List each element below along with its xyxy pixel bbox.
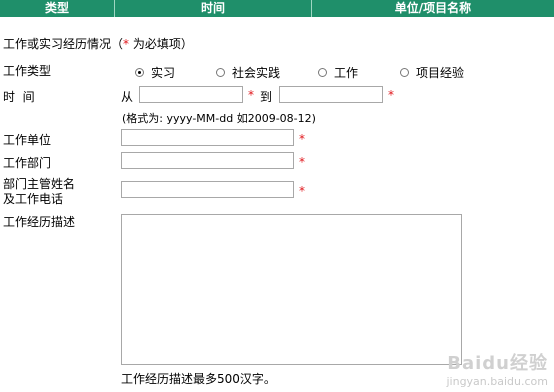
baidu-watermark: Baidu经验 jingyan.baidu.com (446, 349, 548, 388)
header-time: 时间 (200, 1, 225, 15)
radio-work[interactable]: 工作 (318, 64, 358, 81)
required-asterisk: * (248, 88, 254, 102)
radio-project-experience[interactable]: 项目经验 (400, 64, 464, 81)
time-label: 时 间 (3, 90, 35, 104)
radio-button[interactable] (318, 68, 327, 77)
description-hint: 工作经历描述最多500汉字。 (121, 372, 276, 386)
required-asterisk: * (299, 184, 305, 198)
work-unit-label: 工作单位 (3, 133, 52, 147)
work-dept-input[interactable] (121, 152, 294, 169)
required-asterisk: * (299, 132, 305, 146)
radio-button[interactable] (216, 68, 225, 77)
radio-social-practice-label: 社会实践 (232, 66, 281, 80)
baidu-logo: Baidu经验 (447, 353, 548, 374)
table-header: 类型 时间 单位/项目名称 (0, 0, 554, 17)
date-format-hint: (格式为: yyyy-MM-dd 如2009-08-12) (122, 112, 316, 125)
section-title: 工作或实习经历情况（* 为必填项） (3, 37, 193, 51)
required-asterisk: * (299, 155, 305, 169)
date-from-input[interactable] (139, 86, 243, 103)
radio-work-label: 工作 (334, 66, 359, 80)
radio-project-experience-label: 项目经验 (416, 66, 465, 80)
supervisor-label-line2: 及工作电话 (3, 192, 64, 206)
header-unit-name: 单位/项目名称 (394, 1, 472, 15)
radio-internship-label: 实习 (151, 66, 176, 80)
supervisor-input[interactable] (121, 181, 294, 198)
date-to-input[interactable] (279, 86, 383, 103)
radio-internship[interactable]: 实习 (135, 64, 175, 81)
required-asterisk: * (388, 88, 394, 102)
to-label: 到 (260, 90, 273, 104)
description-label: 工作经历描述 (3, 215, 76, 229)
radio-social-practice[interactable]: 社会实践 (216, 64, 280, 81)
radio-button-checked[interactable] (135, 68, 144, 77)
header-type: 类型 (44, 1, 69, 15)
from-label: 从 (121, 90, 134, 104)
watermark-url: jingyan.baidu.com (446, 375, 548, 388)
description-textarea[interactable] (121, 214, 462, 365)
radio-button[interactable] (400, 68, 409, 77)
work-type-label: 工作类型 (3, 64, 52, 78)
work-dept-label: 工作部门 (3, 156, 52, 170)
work-unit-input[interactable] (121, 129, 294, 146)
